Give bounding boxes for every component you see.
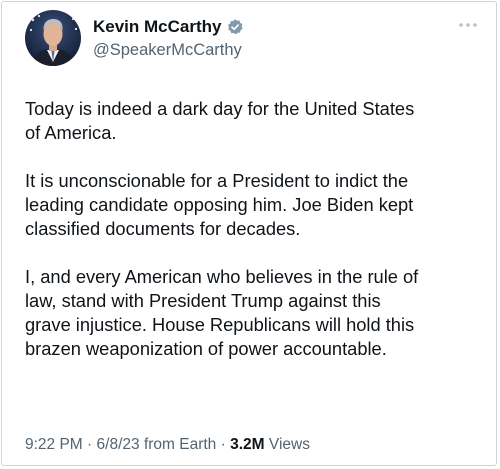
verified-badge-icon xyxy=(226,18,244,36)
tweet-paragraph: It is unconscionable for a President to … xyxy=(25,170,414,239)
tweet-text: Today is indeed a dark day for the Unite… xyxy=(25,97,490,385)
tweet-date[interactable]: 6/8/23 xyxy=(97,436,140,453)
author-handle[interactable]: @SpeakerMcCarthy xyxy=(93,41,242,60)
tweet-card: Kevin McCarthy @SpeakerMcCarthy Today is… xyxy=(1,1,497,466)
meta-separator: · xyxy=(87,436,93,453)
author-display-name[interactable]: Kevin McCarthy xyxy=(93,17,221,37)
more-options-icon[interactable] xyxy=(457,20,479,30)
views-label[interactable]: Views xyxy=(269,436,310,453)
tweet-time[interactable]: 9:22 PM xyxy=(25,436,83,453)
views-count[interactable]: 3.2M xyxy=(230,436,264,453)
meta-separator: · xyxy=(220,436,226,453)
tweet-source: from Earth xyxy=(143,436,217,453)
author-name-row[interactable]: Kevin McCarthy xyxy=(93,16,244,38)
tweet-paragraph: Today is indeed a dark day for the Unite… xyxy=(25,98,415,143)
tweet-meta: 9:22 PM · 6/8/23 from Earth · 3.2M Views xyxy=(25,436,310,454)
avatar[interactable] xyxy=(25,10,81,66)
tweet-paragraph: I, and every American who believes in th… xyxy=(25,266,419,359)
